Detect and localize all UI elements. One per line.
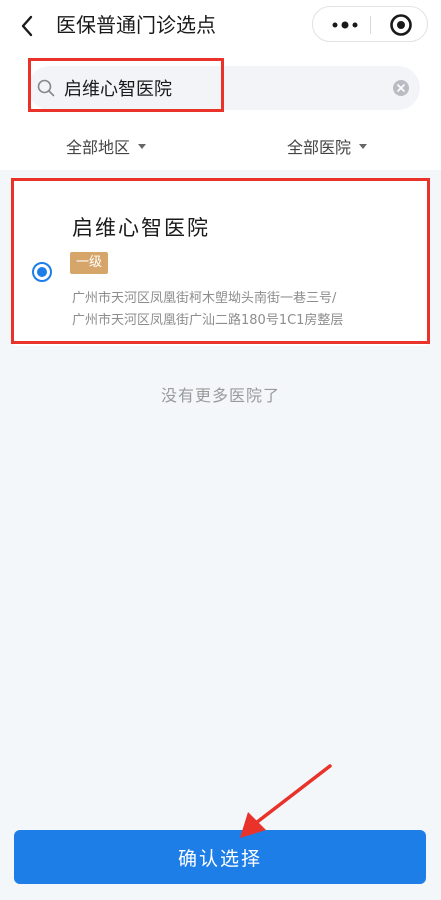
more-dots-icon[interactable] [327,16,363,34]
mini-program-capsule [312,6,428,42]
hospital-filter-label: 全部医院 [287,138,352,157]
page-title: 医保普通门诊选点 [56,13,216,37]
search-highlight-box [28,58,224,112]
hospital-filter[interactable]: 全部医院 [287,134,368,158]
region-filter-label: 全部地区 [66,138,131,157]
caret-down-icon [359,143,368,149]
confirm-button[interactable]: 确认选择 [14,830,426,884]
nav-bar: 医保普通门诊选点 [0,0,441,52]
card-highlight-box [11,178,430,344]
target-circle-icon[interactable] [389,13,413,37]
capsule-divider [370,16,371,34]
filter-bar: 全部地区 全部医院 [0,122,441,170]
region-filter[interactable]: 全部地区 [66,134,147,158]
clear-circle-icon[interactable] [392,79,410,97]
caret-down-icon [138,143,147,149]
list-end-text: 没有更多医院了 [160,386,280,405]
chevron-left-icon[interactable] [14,12,42,40]
